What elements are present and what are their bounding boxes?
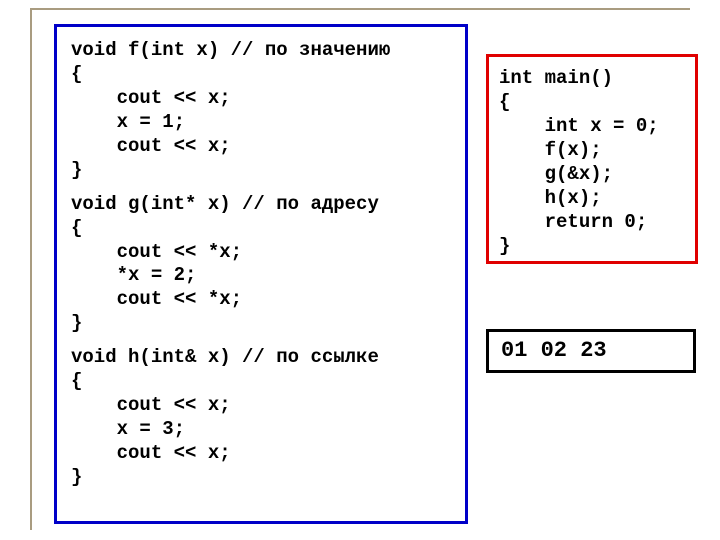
- functions-code-box: void f(int x) // по значению { cout << x…: [54, 24, 468, 524]
- output-text: 01 02 23: [501, 338, 607, 363]
- code-line: *x = 2;: [71, 264, 451, 288]
- code-line: {: [71, 370, 451, 394]
- main-code-box: int main() { int x = 0; f(x); g(&x); h(x…: [486, 54, 698, 264]
- code-line: int main(): [499, 67, 685, 91]
- code-line: {: [71, 217, 451, 241]
- code-line: void g(int* x) // по адресу: [71, 193, 451, 217]
- code-line: x = 3;: [71, 418, 451, 442]
- code-line: cout << *x;: [71, 288, 451, 312]
- code-line: void h(int& x) // по ссылке: [71, 346, 451, 370]
- code-line: }: [71, 159, 451, 183]
- code-line: void f(int x) // по значению: [71, 39, 451, 63]
- code-line: x = 1;: [71, 111, 451, 135]
- code-line: h(x);: [499, 187, 685, 211]
- code-line: int x = 0;: [499, 115, 685, 139]
- output-box: 01 02 23: [486, 329, 696, 373]
- code-line: cout << x;: [71, 135, 451, 159]
- code-line: }: [71, 312, 451, 336]
- code-line: }: [499, 235, 685, 259]
- code-line: cout << *x;: [71, 241, 451, 265]
- code-line: return 0;: [499, 211, 685, 235]
- code-line: {: [71, 63, 451, 87]
- code-line: {: [499, 91, 685, 115]
- code-line: }: [71, 466, 451, 490]
- code-line: cout << x;: [71, 394, 451, 418]
- code-line: cout << x;: [71, 442, 451, 466]
- code-line: f(x);: [499, 139, 685, 163]
- code-line: g(&x);: [499, 163, 685, 187]
- code-line: cout << x;: [71, 87, 451, 111]
